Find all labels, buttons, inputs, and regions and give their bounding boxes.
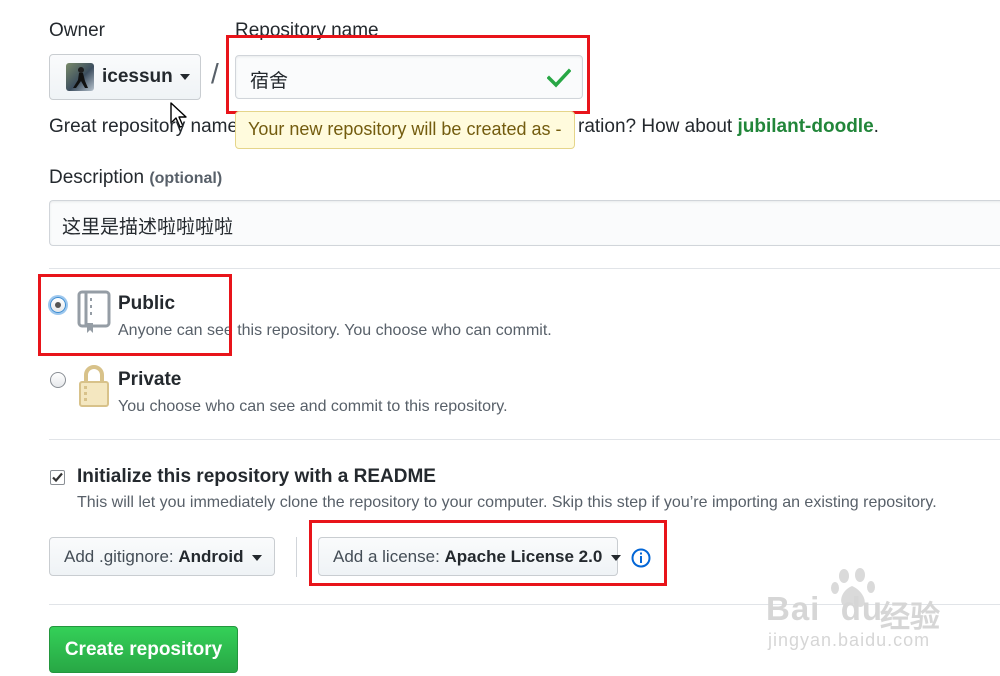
button-separator — [296, 537, 297, 577]
create-repository-button[interactable]: Create repository — [49, 626, 238, 673]
readme-checkbox[interactable] — [50, 470, 65, 485]
description-value: 这里是描述啦啦啦啦 — [62, 217, 234, 238]
description-input[interactable]: 这里是描述啦啦啦啦 — [49, 200, 1000, 246]
suggested-name-link[interactable]: jubilant-doodle — [738, 116, 874, 137]
watermark-url: jingyan.baidu.com — [768, 630, 931, 650]
avatar — [66, 63, 94, 91]
repo-name-highlight — [226, 35, 590, 114]
lock-icon — [79, 365, 109, 407]
readme-label[interactable]: Initialize this repository with a README — [77, 466, 436, 488]
readme-description: This will let you immediately clone the … — [77, 494, 937, 511]
chevron-down-icon — [252, 554, 263, 561]
suggestion-prefix: Great repository name — [49, 116, 239, 137]
private-label[interactable]: Private — [118, 369, 181, 391]
checkmark-icon — [52, 472, 63, 483]
owner-repo-separator: / — [211, 58, 219, 89]
suggestion-suffix: . — [873, 116, 879, 137]
description-label: Description (optional) — [49, 167, 222, 189]
divider — [49, 268, 1000, 269]
divider — [49, 439, 1000, 440]
owner-label: Owner — [49, 20, 105, 41]
gitignore-value: Android — [178, 547, 244, 566]
gitignore-dropdown[interactable]: Add .gitignore: Android — [49, 537, 275, 576]
private-description: You choose who can see and commit to thi… — [118, 398, 508, 415]
description-optional: (optional) — [149, 170, 223, 187]
suggestion-middle: ration? How about — [578, 116, 738, 137]
tooltip-text: Your new repository will be created as - — [248, 119, 562, 139]
private-radio[interactable] — [50, 372, 66, 388]
gitignore-prefix: Add .gitignore: — [64, 547, 179, 566]
create-repository-label: Create repository — [64, 639, 223, 660]
chevron-down-icon — [179, 74, 190, 80]
owner-dropdown[interactable]: icessun — [49, 54, 201, 100]
owner-username: icessun — [102, 66, 173, 87]
watermark-brand: Bai du — [766, 590, 884, 627]
tooltip: Your new repository will be created as - — [235, 111, 575, 149]
suggestion-line: Great repository name — [49, 116, 238, 138]
license-highlight — [309, 520, 667, 586]
description-label-text: Description — [49, 167, 145, 188]
public-highlight — [38, 274, 232, 356]
suggestion-tail: ration? How about jubilant-doodle. — [578, 116, 879, 138]
